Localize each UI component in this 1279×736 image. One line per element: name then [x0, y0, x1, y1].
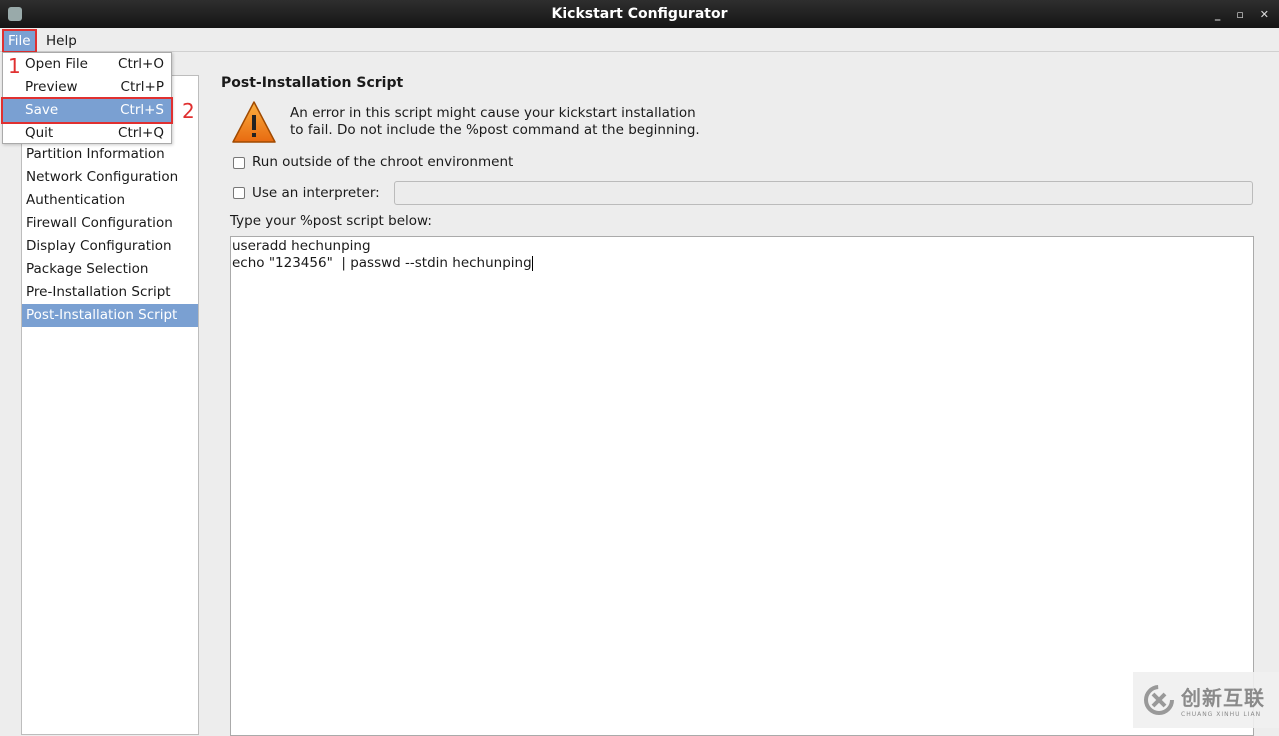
close-button[interactable]: ✕: [1260, 0, 1269, 29]
warning-line: to fail. Do not include the %post comman…: [290, 122, 700, 138]
script-line: useradd hechunping: [232, 238, 371, 254]
menu-bar: File Help: [0, 28, 1279, 53]
chroot-label: Run outside of the chroot environment: [252, 154, 514, 170]
annotation-2: 2: [182, 99, 195, 123]
warning-icon: [232, 101, 276, 143]
watermark-en: CHUANG XINHU LIAN: [1181, 711, 1262, 718]
warning-text: An error in this script might cause your…: [290, 105, 700, 139]
sidebar-item-firewall[interactable]: Firewall Configuration: [22, 212, 198, 235]
script-line: echo "123456" | passwd --stdin hechunpin…: [232, 255, 532, 271]
watermark-cn: 创新互联: [1181, 686, 1265, 710]
watermark-logo: 创新互联 CHUANG XINHU LIAN: [1133, 672, 1279, 728]
maximize-button[interactable]: ▫: [1236, 0, 1243, 29]
interpreter-input[interactable]: [394, 181, 1253, 205]
shortcut: Ctrl+Q: [118, 125, 164, 141]
app-icon: [8, 7, 22, 21]
sidebar-item-partition[interactable]: Partition Information: [22, 143, 198, 166]
shortcut: Ctrl+O: [118, 56, 164, 72]
shortcut: Ctrl+S: [120, 102, 164, 118]
sidebar: Partition Information Network Configurat…: [21, 75, 199, 735]
page-title: Post-Installation Script: [221, 75, 404, 91]
menu-item-quit[interactable]: Quit Ctrl+Q: [3, 122, 171, 145]
menu-file[interactable]: File: [2, 29, 37, 53]
watermark-icon: [1144, 685, 1174, 715]
minimize-button[interactable]: _: [1215, 0, 1221, 29]
sidebar-item-packages[interactable]: Package Selection: [22, 258, 198, 281]
interpreter-checkbox[interactable]: [233, 187, 245, 199]
menu-item-save[interactable]: Save Ctrl+S: [1, 97, 173, 124]
text-cursor: [531, 255, 533, 271]
menu-item-label: Save: [25, 102, 59, 118]
menu-item-label: Quit: [25, 125, 54, 141]
menu-item-label: Preview: [25, 79, 78, 95]
file-menu-dropdown: Open File Ctrl+O Preview Ctrl+P Save Ctrl+S…: [1, 52, 173, 145]
menu-item-preview[interactable]: Preview Ctrl+P: [3, 76, 171, 99]
menu-item-open-file[interactable]: Open File Ctrl+O: [3, 53, 171, 76]
sidebar-item-authentication[interactable]: Authentication: [22, 189, 198, 212]
sidebar-item-network[interactable]: Network Configuration: [22, 166, 198, 189]
post-script-editor[interactable]: useradd hechunping echo "123456" | passwd…: [230, 236, 1254, 736]
warning-line: An error in this script might cause your…: [290, 105, 696, 121]
window-title: Kickstart Configurator: [551, 6, 728, 22]
shortcut: Ctrl+P: [120, 79, 164, 95]
title-bar: Kickstart Configurator _ ▫ ✕: [0, 0, 1279, 28]
menu-help[interactable]: Help: [42, 31, 81, 51]
interpreter-label: Use an interpreter:: [252, 185, 380, 201]
chroot-checkbox[interactable]: [233, 157, 245, 169]
script-label: Type your %post script below:: [230, 213, 432, 229]
sidebar-item-display[interactable]: Display Configuration: [22, 235, 198, 258]
sidebar-item-post-script[interactable]: Post-Installation Script: [22, 304, 198, 327]
annotation-1: 1: [8, 54, 21, 78]
sidebar-item-pre-script[interactable]: Pre-Installation Script: [22, 281, 198, 304]
menu-item-label: Open File: [25, 56, 88, 72]
